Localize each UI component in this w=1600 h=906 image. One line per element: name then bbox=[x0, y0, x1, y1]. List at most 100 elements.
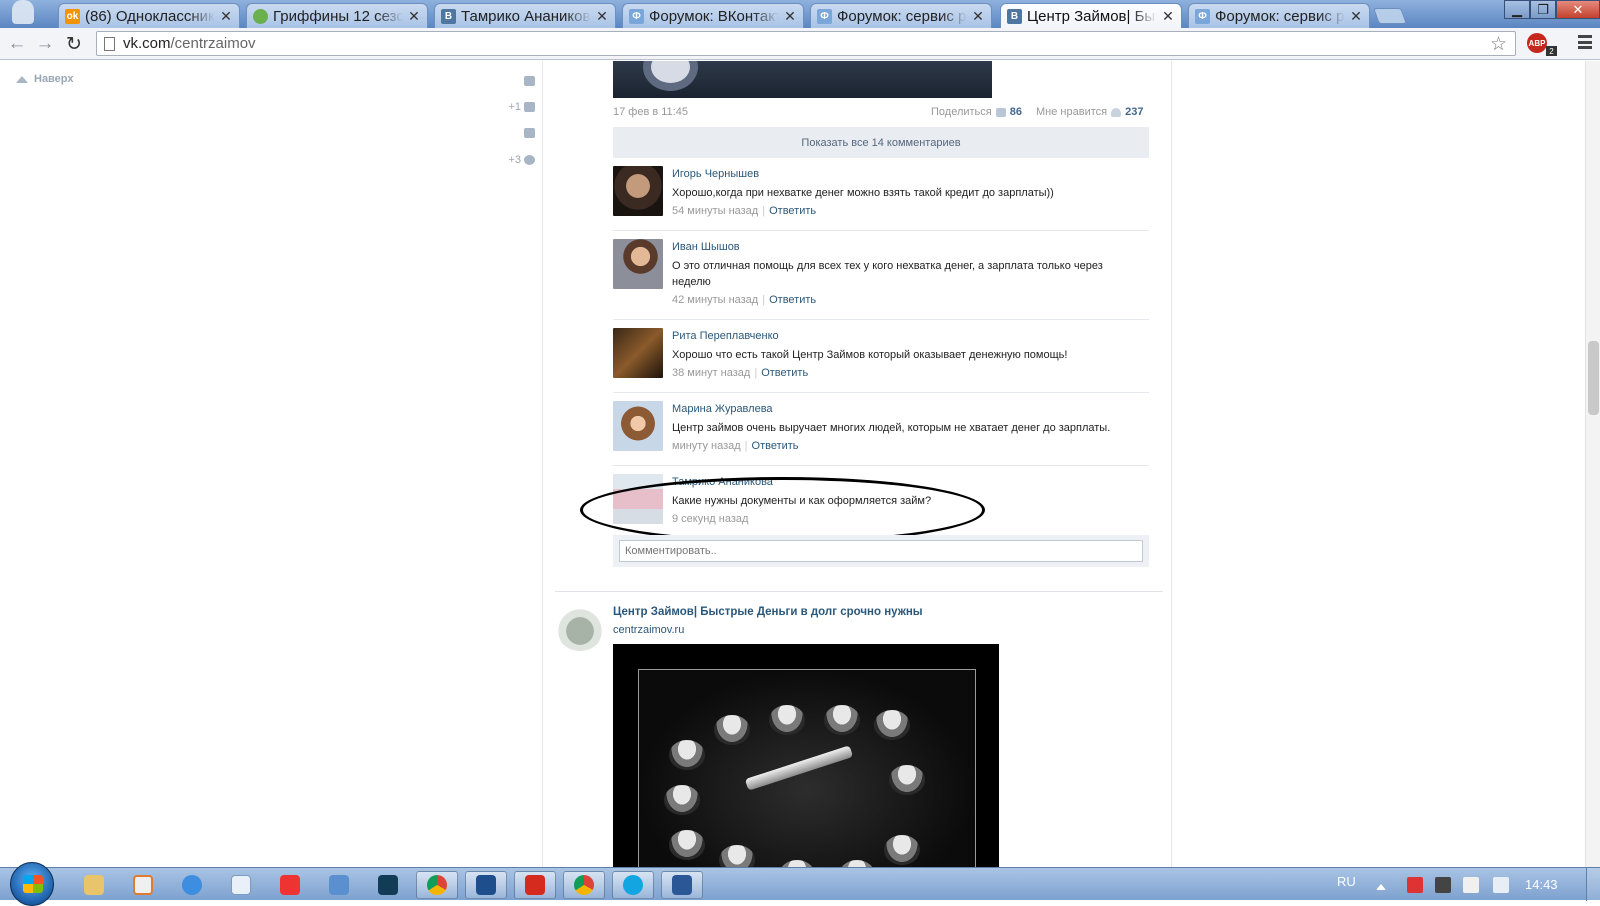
comments-icon[interactable] bbox=[521, 128, 535, 138]
vk-page: Наверх +1 +3 17 фев в 11:45 Поделиться 8… bbox=[0, 61, 1585, 867]
chrome-window-icon[interactable] bbox=[563, 871, 605, 899]
forumok-icon: Ф bbox=[817, 8, 832, 24]
group-avatar[interactable] bbox=[555, 601, 605, 651]
comment-time[interactable]: 54 минуты назад bbox=[672, 205, 758, 217]
comment-item: Иван Шышов О это отличная помощь для все… bbox=[613, 231, 1149, 320]
reply-link[interactable]: Ответить bbox=[769, 294, 816, 306]
post-date[interactable]: 17 фев в 11:45 bbox=[613, 106, 688, 118]
close-tab-icon[interactable]: ✕ bbox=[971, 8, 985, 25]
comment-author[interactable]: Игорь Чернышев bbox=[672, 168, 759, 180]
show-desktop-button[interactable] bbox=[1586, 868, 1600, 901]
reload-icon[interactable]: ↻ bbox=[63, 33, 85, 55]
comment-time[interactable]: 42 минуты назад bbox=[672, 294, 758, 306]
messages-icon[interactable] bbox=[521, 76, 535, 86]
comment-input[interactable] bbox=[619, 540, 1143, 562]
comment-author[interactable]: Иван Шышов bbox=[672, 241, 740, 253]
divider bbox=[542, 61, 543, 867]
comment-author[interactable]: Рита Переплавченко bbox=[672, 330, 779, 342]
chrome-user-icon[interactable] bbox=[12, 0, 34, 24]
scroll-to-top-button[interactable]: Наверх bbox=[16, 73, 74, 85]
odnoklassniki-icon: ok bbox=[65, 8, 80, 24]
tab-tamriko[interactable]: B Тамрико Анаников ✕ bbox=[434, 3, 616, 28]
mail-app-icon[interactable] bbox=[465, 871, 507, 899]
adblock-plus-icon[interactable]: ABP bbox=[1527, 33, 1547, 53]
megaphone-icon bbox=[995, 107, 1006, 117]
forward-icon[interactable]: → bbox=[34, 33, 56, 55]
tab-title: Гриффины 12 сезон bbox=[273, 7, 403, 25]
scrollbar-thumb[interactable] bbox=[1588, 341, 1599, 415]
griffins-icon bbox=[253, 8, 268, 24]
yandex-browser-icon[interactable] bbox=[269, 871, 311, 899]
minimize-icon[interactable]: ▁ bbox=[1504, 0, 1530, 19]
friends-count: +1 bbox=[508, 101, 521, 113]
close-tab-icon[interactable]: ✕ bbox=[1349, 8, 1363, 25]
word-icon[interactable] bbox=[661, 871, 703, 899]
post-photo[interactable] bbox=[613, 644, 999, 867]
post-author-link[interactable]: Центр Займов| Быстрые Деньги в долг сроч… bbox=[613, 606, 923, 618]
tab-forumok-vk[interactable]: Ф Форумок: ВКонтакте ✕ bbox=[622, 3, 804, 28]
show-all-comments-button[interactable]: Показать все 14 комментариев bbox=[613, 127, 1149, 158]
action-center-icon[interactable] bbox=[1407, 877, 1423, 893]
internet-explorer-icon[interactable] bbox=[171, 871, 213, 899]
comment-text: Хорошо,когда при нехватке денег можно вз… bbox=[672, 187, 1054, 199]
browser-toolbar: ← → ↻ vk.com/centrzaimov ☆ bbox=[0, 28, 1600, 60]
close-tab-icon[interactable]: ✕ bbox=[219, 8, 233, 25]
close-window-icon[interactable]: ✕ bbox=[1556, 0, 1600, 19]
bookmark-star-icon[interactable]: ☆ bbox=[1490, 33, 1507, 56]
skype-icon[interactable] bbox=[612, 871, 654, 899]
page-scrollbar[interactable] bbox=[1585, 61, 1600, 867]
browser-tab-strip: ok (86) Одноклассники ✕ Гриффины 12 сезо… bbox=[0, 0, 1600, 28]
vk-icon: B bbox=[441, 8, 456, 24]
start-button[interactable] bbox=[10, 862, 54, 906]
url-text[interactable]: vk.com/centrzaimov bbox=[123, 35, 256, 52]
back-icon[interactable]: ← bbox=[6, 33, 28, 55]
post-photo[interactable] bbox=[613, 61, 992, 98]
avatar[interactable] bbox=[613, 166, 663, 216]
network-icon[interactable] bbox=[1463, 877, 1479, 893]
chrome-menu-icon[interactable] bbox=[1578, 35, 1592, 49]
notepad-icon[interactable] bbox=[220, 871, 262, 899]
scroll-to-top-label: Наверх bbox=[34, 73, 74, 85]
show-hidden-icons-icon[interactable] bbox=[1376, 882, 1386, 890]
tab-forumok-service[interactable]: Ф Форумок: сервис ре ✕ bbox=[810, 3, 992, 28]
close-tab-icon[interactable]: ✕ bbox=[407, 8, 421, 25]
friends-notification[interactable]: +1 bbox=[508, 101, 535, 113]
language-indicator[interactable]: RU bbox=[1337, 874, 1356, 889]
tab-centr-zaimov[interactable]: B Центр Займов| Быс ✕ bbox=[1000, 3, 1182, 28]
like-button[interactable]: Мне нравится bbox=[1036, 106, 1107, 118]
settings-count: +3 bbox=[508, 154, 521, 166]
chrome-taskbar-icon[interactable] bbox=[416, 871, 458, 899]
avatar[interactable] bbox=[613, 239, 663, 289]
avatar[interactable] bbox=[613, 401, 663, 451]
reply-link[interactable]: Ответить bbox=[769, 205, 816, 217]
forumok-icon: Ф bbox=[629, 8, 644, 24]
tab-griffins[interactable]: Гриффины 12 сезон ✕ bbox=[246, 3, 428, 28]
close-tab-icon[interactable]: ✕ bbox=[1161, 8, 1175, 25]
explorer-icon[interactable] bbox=[73, 871, 115, 899]
tab-odnoklassniki[interactable]: ok (86) Одноклассники ✕ bbox=[58, 3, 240, 28]
heart-icon[interactable] bbox=[1111, 107, 1122, 117]
avatar[interactable] bbox=[613, 328, 663, 378]
speaker-app-icon[interactable] bbox=[318, 871, 360, 899]
new-tab-button[interactable] bbox=[1373, 8, 1407, 24]
tab-forumok-service-2[interactable]: Ф Форумок: сервис ре ✕ bbox=[1188, 3, 1370, 28]
comment-author[interactable]: Марина Журавлева bbox=[672, 403, 773, 415]
terminal-app-icon[interactable] bbox=[367, 871, 409, 899]
acrobat-icon[interactable] bbox=[514, 871, 556, 899]
media-player-icon[interactable] bbox=[122, 871, 164, 899]
settings-notification[interactable]: +3 bbox=[508, 154, 535, 166]
reply-link[interactable]: Ответить bbox=[761, 367, 808, 379]
device-icon[interactable] bbox=[1435, 877, 1451, 893]
restore-icon[interactable]: ❐ bbox=[1530, 0, 1556, 19]
post-link[interactable]: centrzaimov.ru bbox=[613, 624, 684, 636]
reply-link[interactable]: Ответить bbox=[752, 440, 799, 452]
comment-time[interactable]: 38 минут назад bbox=[672, 367, 750, 379]
volume-icon[interactable] bbox=[1493, 877, 1509, 893]
comment-time[interactable]: минуту назад bbox=[672, 440, 741, 452]
share-button[interactable]: Поделиться bbox=[931, 106, 992, 118]
system-clock[interactable]: 14:43 bbox=[1525, 877, 1558, 892]
forumok-icon: Ф bbox=[1195, 8, 1210, 24]
close-tab-icon[interactable]: ✕ bbox=[595, 8, 609, 25]
close-tab-icon[interactable]: ✕ bbox=[783, 8, 797, 25]
address-bar[interactable]: vk.com/centrzaimov ☆ bbox=[96, 31, 1516, 56]
